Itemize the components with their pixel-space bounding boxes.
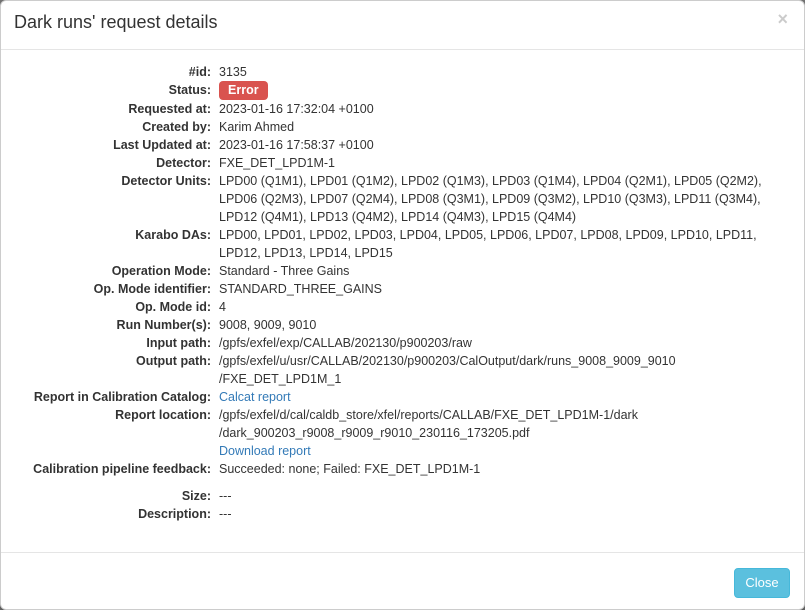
detail-row-feedback: Calibration pipeline feedback: Succeeded… bbox=[1, 460, 804, 478]
modal-header: Dark runs' request details × bbox=[1, 1, 804, 50]
output-path-line: /FXE_DET_LPD1M_1 bbox=[219, 372, 342, 386]
last-updated-label: Last Updated at: bbox=[113, 138, 211, 152]
detector-value: FXE_DET_LPD1M-1 bbox=[219, 156, 336, 170]
detail-row-status: Status: Error bbox=[1, 81, 804, 100]
requested-value: 2023-01-16 17:32:04 +0100 bbox=[219, 102, 374, 116]
feedback-value: Succeeded: none; Failed: FXE_DET_LPD1M-1 bbox=[219, 462, 481, 476]
output-path-value: /gpfs/exfel/u/usr/CALLAB/202130/p900203/… bbox=[219, 352, 779, 388]
detail-row-description: Description: --- bbox=[1, 505, 804, 523]
karabo-das-line: LPD12, LPD13, LPD14, LPD15 bbox=[219, 246, 393, 260]
output-path-label: Output path: bbox=[136, 354, 211, 368]
input-path-label: Input path: bbox=[146, 336, 211, 350]
download-report-cell: Download report bbox=[219, 442, 779, 460]
detail-row-report-catalog: Report in Calibration Catalog: Calcat re… bbox=[1, 388, 804, 406]
size-value: --- bbox=[219, 489, 232, 503]
created-by-label: Created by: bbox=[142, 120, 211, 134]
status-badge: Error bbox=[219, 81, 268, 100]
detail-row-op-mode-identifier: Op. Mode identifier: STANDARD_THREE_GAIN… bbox=[1, 280, 804, 298]
detail-row-last-updated: Last Updated at: 2023-01-16 17:58:37 +01… bbox=[1, 136, 804, 154]
detector-units-line: LPD00 (Q1M1), LPD01 (Q1M2), LPD02 (Q1M3)… bbox=[219, 174, 762, 188]
run-numbers-value: 9008, 9009, 9010 bbox=[219, 318, 317, 332]
detail-row-karabo-das: Karabo DAs: LPD00, LPD01, LPD02, LPD03, … bbox=[1, 226, 804, 262]
detector-units-line: LPD06 (Q2M3), LPD07 (Q2M4), LPD08 (Q3M1)… bbox=[219, 192, 761, 206]
input-path-value: /gpfs/exfel/exp/CALLAB/202130/p900203/ra… bbox=[219, 336, 472, 350]
report-location-label: Report location: bbox=[115, 408, 211, 422]
report-location-line: /gpfs/exfel/d/cal/caldb_store/xfel/repor… bbox=[219, 408, 638, 422]
feedback-label: Calibration pipeline feedback: bbox=[33, 462, 211, 476]
report-catalog-cell: Calcat report bbox=[219, 388, 779, 406]
report-location-value: /gpfs/exfel/d/cal/caldb_store/xfel/repor… bbox=[219, 406, 779, 460]
size-label: Size: bbox=[181, 489, 211, 503]
dark-run-request-modal: Dark runs' request details × #id: 3135 S… bbox=[0, 0, 805, 610]
created-by-value: Karim Ahmed bbox=[219, 120, 295, 134]
description-label: Description: bbox=[138, 507, 211, 521]
op-mode-id-value: 4 bbox=[219, 300, 226, 314]
close-icon[interactable]: × bbox=[777, 9, 788, 29]
status-label: Status: bbox=[168, 83, 211, 97]
report-location-line: /dark_900203_r9008_r9009_r9010_230116_17… bbox=[219, 426, 530, 440]
detail-row-operation-mode: Operation Mode: Standard - Three Gains bbox=[1, 262, 804, 280]
id-label: #id: bbox=[188, 65, 211, 79]
detector-units-line: LPD12 (Q4M1), LPD13 (Q4M2), LPD14 (Q4M3)… bbox=[219, 210, 577, 224]
karabo-das-line: LPD00, LPD01, LPD02, LPD03, LPD04, LPD05… bbox=[219, 228, 757, 242]
detail-row-run-numbers: Run Number(s): 9008, 9009, 9010 bbox=[1, 316, 804, 334]
op-mode-identifier-value: STANDARD_THREE_GAINS bbox=[219, 282, 382, 296]
detail-row-requested: Requested at: 2023-01-16 17:32:04 +0100 bbox=[1, 100, 804, 118]
report-catalog-label: Report in Calibration Catalog: bbox=[33, 390, 211, 404]
detector-units-value: LPD00 (Q1M1), LPD01 (Q1M2), LPD02 (Q1M3)… bbox=[219, 172, 779, 226]
detail-row-op-mode-id: Op. Mode id: 4 bbox=[1, 298, 804, 316]
detail-row-input-path: Input path: /gpfs/exfel/exp/CALLAB/20213… bbox=[1, 334, 804, 352]
calcat-report-link[interactable]: Calcat report bbox=[219, 390, 291, 404]
detail-row-detector-units: Detector Units: LPD00 (Q1M1), LPD01 (Q1M… bbox=[1, 172, 804, 226]
run-numbers-label: Run Number(s): bbox=[116, 318, 211, 332]
detail-row-detector: Detector: FXE_DET_LPD1M-1 bbox=[1, 154, 804, 172]
modal-footer: Close bbox=[1, 552, 804, 609]
operation-mode-label: Operation Mode: bbox=[111, 264, 211, 278]
id-value: 3135 bbox=[219, 65, 247, 79]
op-mode-id-label: Op. Mode id: bbox=[135, 300, 211, 314]
modal-title: Dark runs' request details bbox=[14, 12, 218, 32]
detail-row-id: #id: 3135 bbox=[1, 63, 804, 81]
description-value: --- bbox=[219, 507, 232, 521]
detail-row-report-location: Report location: /gpfs/exfel/d/cal/caldb… bbox=[1, 406, 804, 460]
detail-row-created-by: Created by: Karim Ahmed bbox=[1, 118, 804, 136]
detector-units-label: Detector Units: bbox=[121, 174, 211, 188]
close-button[interactable]: Close bbox=[734, 568, 790, 598]
karabo-das-value: LPD00, LPD01, LPD02, LPD03, LPD04, LPD05… bbox=[219, 226, 779, 262]
output-path-line: /gpfs/exfel/u/usr/CALLAB/202130/p900203/… bbox=[219, 354, 676, 368]
download-report-link[interactable]: Download report bbox=[219, 444, 311, 458]
last-updated-value: 2023-01-16 17:58:37 +0100 bbox=[219, 138, 374, 152]
detail-row-size: Size: --- bbox=[1, 487, 804, 505]
requested-label: Requested at: bbox=[128, 102, 211, 116]
op-mode-identifier-label: Op. Mode identifier: bbox=[93, 282, 211, 296]
detector-label: Detector: bbox=[156, 156, 211, 170]
request-details-list: #id: 3135 Status: Error Requested at: 20… bbox=[1, 63, 804, 523]
detail-row-output-path: Output path: /gpfs/exfel/u/usr/CALLAB/20… bbox=[1, 352, 804, 388]
status-value-cell: Error bbox=[219, 81, 779, 100]
operation-mode-value: Standard - Three Gains bbox=[219, 264, 350, 278]
karabo-das-label: Karabo DAs: bbox=[135, 228, 211, 242]
